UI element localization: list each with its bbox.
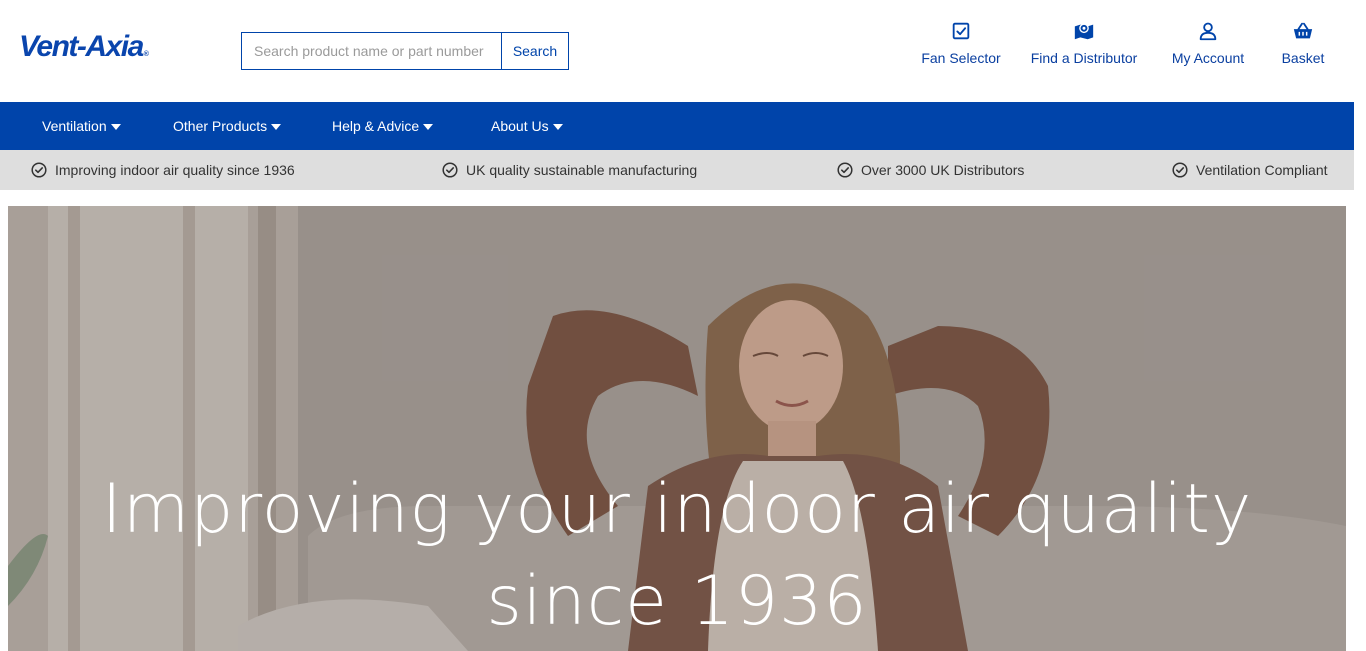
usp-label: Over 3000 UK Distributors	[861, 162, 1025, 178]
logo-text: Vent-Axia	[19, 30, 144, 63]
nav-item-ventilation[interactable]: Ventilation	[42, 102, 121, 150]
caret-down-icon	[271, 124, 282, 131]
usp-item: Improving indoor air quality since 1936	[31, 150, 295, 190]
my-account-label: My Account	[1171, 50, 1245, 66]
usp-label: UK quality sustainable manufacturing	[466, 162, 698, 178]
nav-item-other-products[interactable]: Other Products	[173, 102, 282, 150]
check-circle-icon	[837, 162, 853, 178]
find-distributor-label: Find a Distributor	[1030, 50, 1138, 66]
site-header: Vent-Axia® Search Fan Selector Find a Di…	[0, 0, 1366, 102]
caret-down-icon	[552, 124, 563, 131]
map-pin-icon	[1074, 23, 1094, 40]
usp-label: Ventilation Compliant	[1196, 162, 1328, 178]
nav-item-about-us[interactable]: About Us	[491, 102, 563, 150]
nav-label: Help & Advice	[332, 118, 420, 134]
search-form: Search	[241, 32, 569, 70]
nav-label: About Us	[491, 118, 549, 134]
basket-icon	[1293, 22, 1313, 39]
check-circle-icon	[31, 162, 47, 178]
check-circle-icon	[442, 162, 458, 178]
checkbox-icon	[952, 22, 970, 40]
my-account-link[interactable]: My Account	[1168, 20, 1248, 66]
search-button[interactable]: Search	[501, 32, 569, 70]
usp-item: Over 3000 UK Distributors	[837, 150, 1024, 190]
find-distributor-link[interactable]: Find a Distributor	[1030, 20, 1138, 66]
nav-label: Other Products	[173, 118, 268, 134]
check-circle-icon	[1172, 162, 1188, 178]
basket-link[interactable]: Basket	[1280, 20, 1326, 66]
fan-selector-link[interactable]: Fan Selector	[921, 20, 1001, 66]
usp-item: Ventilation Compliant	[1172, 150, 1328, 190]
caret-down-icon	[110, 124, 121, 131]
search-input[interactable]	[241, 32, 501, 70]
hero-title: Improving your indoor air quality since …	[101, 470, 1253, 641]
nav-item-help-advice[interactable]: Help & Advice	[332, 102, 434, 150]
usp-strip: Improving indoor air quality since 1936 …	[0, 150, 1354, 190]
nav-label: Ventilation	[42, 118, 107, 134]
user-icon	[1199, 22, 1217, 41]
registered-mark: ®	[143, 51, 149, 58]
caret-down-icon	[423, 124, 434, 131]
hero-banner: Improving your indoor air quality since …	[8, 206, 1346, 651]
vent-axia-logo[interactable]: Vent-Axia®	[19, 30, 149, 64]
basket-label: Basket	[1281, 50, 1325, 66]
usp-label: Improving indoor air quality since 1936	[55, 162, 295, 178]
fan-selector-label: Fan Selector	[921, 50, 1001, 66]
usp-item: UK quality sustainable manufacturing	[442, 150, 697, 190]
main-nav: Ventilation Other Products Help & Advice…	[0, 102, 1354, 150]
